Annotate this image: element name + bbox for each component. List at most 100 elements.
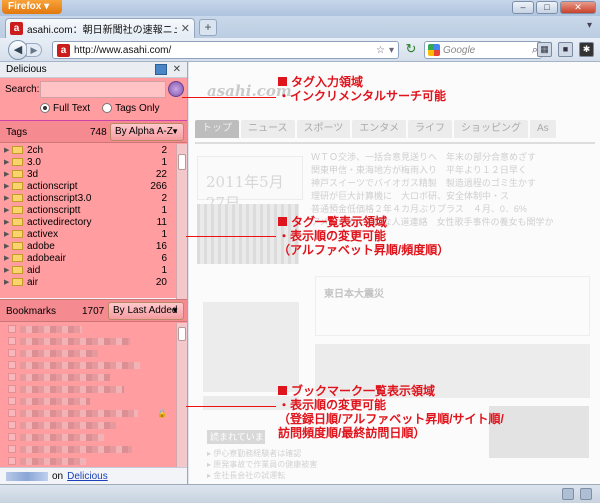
tab-close-icon[interactable]: ✕ — [181, 22, 190, 35]
expand-triangle-icon[interactable]: ▶ — [4, 206, 12, 214]
bookmark-title-obscured — [20, 349, 98, 357]
annotation-tags: タグ一覧表示領域 ・表示順の変更可能 （アルファベット昇順/頻度順） — [278, 215, 450, 257]
bookmark-row[interactable] — [0, 455, 175, 467]
tags-scrollbar[interactable] — [176, 144, 187, 299]
headline-link[interactable]: ＷＴＯ交渉、一括合意見送りへ 年末の部分合意めざす — [311, 150, 596, 163]
expand-triangle-icon[interactable]: ▶ — [4, 182, 12, 190]
bookmark-title-obscured — [20, 373, 110, 381]
most-read-item[interactable]: ▸ 伊心寮勤務経験者は確認 — [207, 448, 317, 459]
headline-link[interactable]: 普通預金低価格２年４カ月ぶりプラス ４月、0．6% — [311, 202, 596, 215]
tags-sort-dropdown[interactable]: By Alpha A-Z ▼ — [110, 123, 184, 141]
tag-row[interactable]: ▶ activex 1 — [0, 228, 175, 240]
site-nav-item[interactable]: トップ — [195, 120, 239, 138]
expand-triangle-icon[interactable]: ▶ — [4, 194, 12, 202]
tags-scroll-thumb[interactable] — [178, 154, 186, 170]
site-nav-item[interactable]: ショッピング — [454, 120, 529, 138]
footer-on-text: on — [52, 470, 64, 482]
close-window-button[interactable]: ✕ — [560, 1, 596, 14]
headline-link[interactable]: 神戸スイーツでバイオガス精製 製造過程のゴミ生かす — [311, 176, 596, 189]
delicious-tag-icon[interactable]: ▦ — [537, 42, 552, 57]
bookmark-row[interactable] — [0, 419, 175, 431]
expand-triangle-icon[interactable]: ▶ — [4, 254, 12, 262]
search-bar[interactable]: Google ⌕ — [424, 41, 542, 59]
url-bar[interactable]: a http://www.asahi.com/ ☆ ▾ — [52, 41, 399, 59]
site-nav-item[interactable]: スポーツ — [296, 120, 351, 138]
google-icon[interactable] — [428, 44, 440, 56]
folder-icon — [12, 206, 23, 214]
folder-icon — [12, 158, 23, 166]
tag-name: actionscript — [27, 180, 78, 192]
tag-row[interactable]: ▶ 3d 22 — [0, 168, 175, 180]
tags-only-radio[interactable]: Tags Only — [102, 103, 160, 114]
bookmark-row[interactable] — [0, 395, 175, 407]
tag-row[interactable]: ▶ aid 1 — [0, 264, 175, 276]
bookmarks-scroll-thumb[interactable] — [178, 327, 186, 341]
tag-row[interactable]: ▶ 3.0 1 — [0, 156, 175, 168]
expand-triangle-icon[interactable]: ▶ — [4, 170, 12, 178]
bookmarks-scrollbar[interactable] — [176, 323, 187, 468]
bookmark-row[interactable] — [0, 383, 175, 395]
annotation-bookmarks: ブックマーク一覧表示領域 ・表示順の変更可能 （登録日順/アルファベット昇順/サ… — [278, 384, 504, 440]
bookmark-star-icon[interactable]: ☆ — [376, 45, 385, 56]
bookmark-row[interactable] — [0, 371, 175, 383]
addon-gear-icon[interactable]: ✱ — [579, 42, 594, 57]
most-read-item[interactable]: ▸ 原発事故で作業員の健康被害 — [207, 459, 317, 470]
site-nav-item[interactable]: エンタメ — [352, 120, 407, 138]
delicious-link[interactable]: Delicious — [67, 471, 108, 482]
browser-tab[interactable]: a asahi.com：朝日新聞社の速報ニュースサ... ✕ — [5, 18, 195, 38]
site-nav-item[interactable]: ライフ — [408, 120, 453, 138]
most-read-item[interactable]: ▸ 金社長会社の試運転 — [207, 470, 317, 481]
tag-name: activex — [27, 228, 59, 240]
bookmark-row[interactable] — [0, 335, 175, 347]
tag-row[interactable]: ▶ actionscript3.0 2 — [0, 192, 175, 204]
bookmark-row[interactable] — [0, 347, 175, 359]
bookmarks-sort-dropdown[interactable]: By Last Added ▼ — [108, 302, 184, 320]
site-nav-item[interactable]: ニュース — [241, 120, 295, 138]
expand-triangle-icon[interactable]: ▶ — [4, 242, 12, 250]
tag-search-input[interactable] — [40, 81, 166, 98]
minimize-button[interactable]: – — [512, 1, 534, 14]
tag-row[interactable]: ▶ adobeair 6 — [0, 252, 175, 264]
new-tab-button[interactable]: + — [199, 19, 217, 36]
full-text-radio[interactable]: Full Text — [40, 103, 90, 114]
sidebar-close-icon[interactable]: ✕ — [173, 64, 181, 75]
headline-link[interactable]: 関東甲信・東海地方が梅雨入り 平年より１２日早く — [311, 163, 596, 176]
back-button[interactable]: ◀ — [8, 40, 28, 60]
bookmarks-header: Bookmarks 1707 By Last Added ▼ — [0, 300, 187, 322]
search-placeholder: Google — [443, 44, 476, 56]
radio-unselected-icon[interactable] — [102, 103, 113, 114]
tag-row[interactable]: ▶ actionscript 266 — [0, 180, 175, 192]
radio-selected-icon[interactable] — [40, 103, 50, 114]
expand-triangle-icon[interactable]: ▶ — [4, 278, 12, 286]
search-go-icon[interactable] — [168, 81, 184, 97]
expand-triangle-icon[interactable]: ▶ — [4, 218, 12, 226]
tag-row[interactable]: ▶ actionscriptt 1 — [0, 204, 175, 216]
expand-triangle-icon[interactable]: ▶ — [4, 266, 12, 274]
tag-count: 11 — [156, 216, 167, 228]
bookmark-row[interactable] — [0, 359, 175, 371]
expand-triangle-icon[interactable]: ▶ — [4, 230, 12, 238]
list-all-tabs-icon[interactable]: ▾ — [587, 20, 592, 31]
expand-triangle-icon[interactable]: ▶ — [4, 146, 12, 154]
bookmark-row[interactable] — [0, 443, 175, 455]
tag-row[interactable]: ▶ activedirectory 11 — [0, 216, 175, 228]
reload-icon[interactable]: ↻ — [403, 42, 419, 58]
expand-triangle-icon[interactable]: ▶ — [4, 158, 12, 166]
forward-button[interactable]: ▶ — [26, 43, 42, 57]
url-text[interactable]: http://www.asahi.com/ — [74, 45, 372, 56]
delicious-bookmark-icon[interactable]: ■ — [558, 42, 573, 57]
addon-status-icon[interactable] — [562, 488, 574, 500]
sidebar-panel-icon[interactable] — [154, 64, 167, 75]
bookmark-row[interactable] — [0, 431, 175, 443]
headline-link[interactable]: 理研が巨大計算機に 大ロボ研、安全体制中・ス — [311, 189, 596, 202]
maximize-button[interactable]: □ — [536, 1, 558, 14]
tag-row[interactable]: ▶ adobe 16 — [0, 240, 175, 252]
bookmark-row[interactable] — [0, 323, 175, 335]
tag-row[interactable]: ▶ 2ch 2 — [0, 144, 175, 156]
tag-row[interactable]: ▶ air 20 — [0, 276, 175, 288]
url-dropdown-icon[interactable]: ▾ — [389, 45, 394, 56]
bookmark-row[interactable]: 🔒 — [0, 407, 175, 419]
site-nav-item[interactable]: As — [530, 120, 556, 138]
security-status-icon[interactable] — [580, 488, 592, 500]
firefox-menu-button[interactable]: Firefox ▾ — [2, 0, 62, 14]
